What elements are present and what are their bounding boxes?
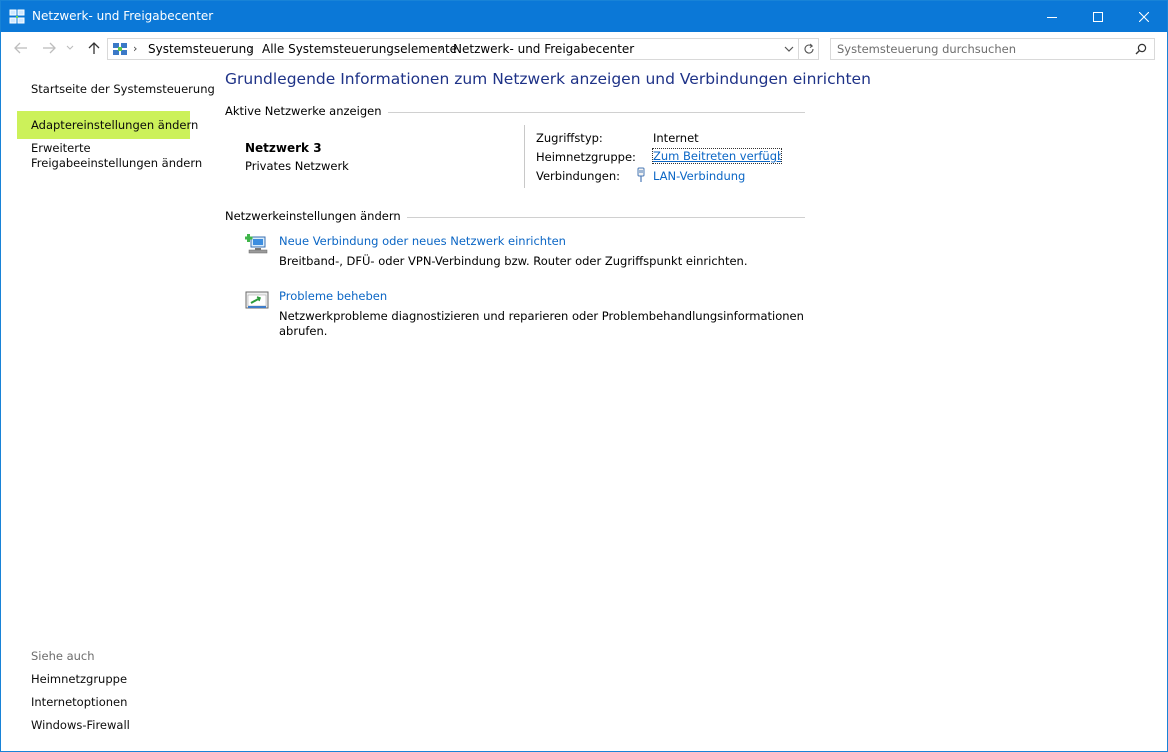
see-also-homegroup[interactable]: Heimnetzgruppe	[31, 672, 127, 686]
network-type: Privates Netzwerk	[245, 159, 349, 173]
minimize-icon	[1047, 16, 1057, 18]
network-properties-divider	[524, 125, 525, 188]
sidebar-item-advanced-sharing-line1[interactable]: Erweiterte	[31, 141, 91, 155]
lan-connection-link[interactable]: LAN-Verbindung	[653, 169, 745, 183]
title-bar[interactable]: Netzwerk- und Freigabecenter	[1, 1, 1167, 32]
up-button[interactable]	[85, 40, 103, 56]
navigation-bar: › Systemsteuerung › Alle Systemsteuerung…	[1, 32, 1167, 64]
up-arrow-icon	[88, 42, 100, 54]
chevron-down-icon	[784, 46, 794, 52]
network-name: Netzwerk 3	[245, 141, 322, 155]
control-panel-location-icon	[112, 41, 128, 57]
see-also-windows-firewall[interactable]: Windows-Firewall	[31, 718, 130, 732]
back-arrow-icon	[14, 42, 27, 54]
address-bar[interactable]: › Systemsteuerung › Alle Systemsteuerung…	[107, 38, 799, 60]
network-settings-heading: Netzwerkeinstellungen ändern	[225, 209, 407, 223]
address-history-button[interactable]	[782, 42, 796, 56]
access-type-label: Zugriffstyp:	[536, 131, 603, 145]
troubleshoot-description-line2: abrufen.	[279, 324, 328, 338]
access-type-value: Internet	[653, 131, 699, 145]
breadcrumb-item-network-center[interactable]: Netzwerk- und Freigabecenter	[453, 42, 634, 56]
close-icon	[1139, 11, 1149, 22]
breadcrumb-separator: ›	[133, 42, 138, 55]
new-connection-icon	[244, 233, 269, 255]
new-connection-description: Breitband-, DFÜ- oder VPN-Verbindung bzw…	[279, 254, 748, 268]
network-center-icon	[9, 9, 25, 25]
breadcrumb-item-systemsteuerung[interactable]: Systemsteuerung	[148, 42, 254, 56]
troubleshoot-icon	[245, 289, 269, 311]
sidebar-item-adapter-settings[interactable]: Adaptereinstellungen ändern	[31, 118, 198, 132]
troubleshoot-link[interactable]: Probleme beheben	[279, 289, 387, 303]
forward-arrow-icon	[43, 42, 56, 54]
troubleshoot-description-line1: Netzwerkprobleme diagnostizieren und rep…	[279, 309, 804, 323]
window-title: Netzwerk- und Freigabecenter	[32, 9, 214, 23]
close-button[interactable]	[1121, 1, 1167, 32]
recent-locations-button[interactable]	[64, 40, 76, 56]
see-also-internet-options[interactable]: Internetoptionen	[31, 695, 127, 709]
left-task-pane: Startseite der Systemsteuerung Adapterei…	[1, 64, 215, 751]
search-box[interactable]	[830, 38, 1155, 60]
search-icon[interactable]	[1135, 43, 1147, 55]
breadcrumb-separator: ›	[439, 42, 444, 55]
breadcrumb-separator: ›	[249, 42, 254, 55]
refresh-button[interactable]	[799, 38, 819, 60]
chevron-down-icon	[66, 45, 74, 50]
connections-label: Verbindungen:	[536, 169, 620, 183]
page-title: Grundlegende Informationen zum Netzwerk …	[225, 70, 871, 88]
sidebar-item-advanced-sharing-line2[interactable]: Freigabeeinstellungen ändern	[31, 156, 202, 170]
maximize-icon	[1093, 11, 1103, 22]
new-connection-link[interactable]: Neue Verbindung oder neues Netzwerk einr…	[279, 234, 566, 248]
homegroup-join-link[interactable]: Zum Beitreten verfügbar	[652, 148, 782, 164]
homegroup-label: Heimnetzgruppe:	[536, 150, 636, 164]
refresh-icon	[804, 43, 814, 54]
sidebar-item-control-panel-home[interactable]: Startseite der Systemsteuerung	[31, 82, 215, 96]
active-networks-heading: Aktive Netzwerke anzeigen	[225, 104, 388, 118]
back-button[interactable]	[12, 40, 30, 56]
minimize-button[interactable]	[1029, 1, 1075, 32]
forward-button[interactable]	[40, 40, 58, 56]
breadcrumb-item-all-elements[interactable]: Alle Systemsteuerungselemente	[262, 42, 457, 56]
see-also-heading: Siehe auch	[31, 649, 95, 663]
search-input[interactable]	[837, 41, 1127, 57]
network-sharing-center-window: Netzwerk- und Freigabecenter › Systemste…	[0, 0, 1168, 752]
ethernet-plug-icon	[636, 167, 646, 183]
maximize-button[interactable]	[1075, 1, 1121, 32]
